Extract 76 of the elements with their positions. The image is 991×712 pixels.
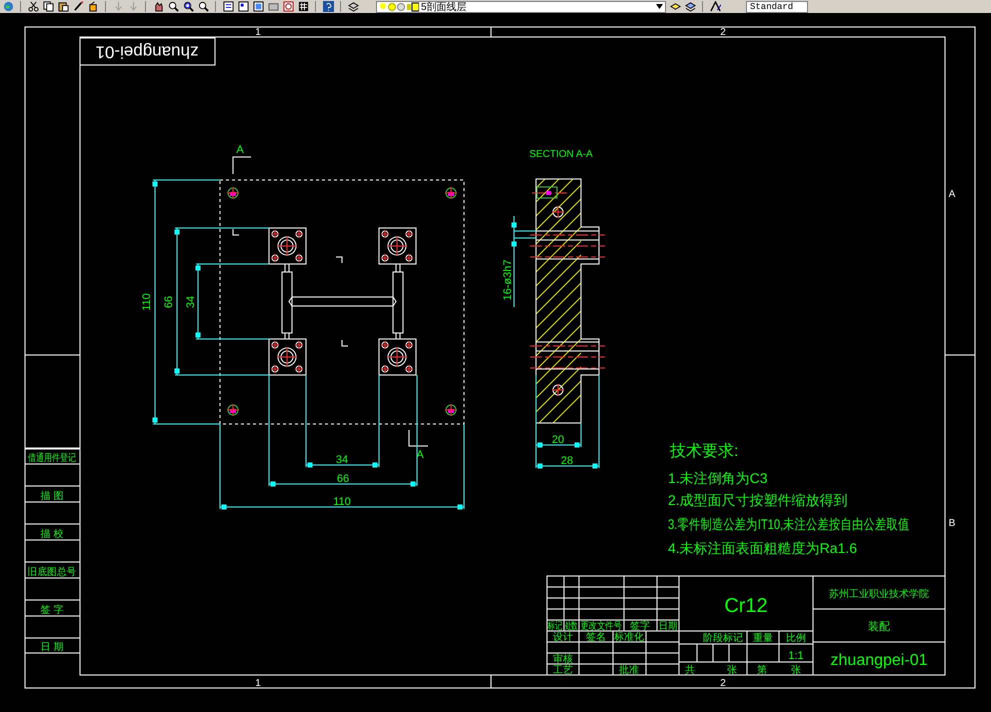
table-header: 比例 xyxy=(786,633,806,644)
zone-label: 1 xyxy=(255,27,261,38)
table-header: 处数 xyxy=(564,620,578,632)
zoom-window-icon[interactable] xyxy=(182,1,194,12)
side-label: 旧底图总号 xyxy=(28,566,76,578)
dimension-label: 110 xyxy=(141,293,153,311)
layer-dropdown[interactable]: 5剖面线层 xyxy=(376,0,666,12)
scissors-icon[interactable] xyxy=(27,1,39,12)
table-header: 签字 xyxy=(630,621,650,632)
dimension-label: 28 xyxy=(560,455,574,467)
table-label: 第 xyxy=(757,665,767,676)
side-label: 签 字 xyxy=(40,605,64,616)
zone-label: 1 xyxy=(255,678,261,689)
layers-icon[interactable] xyxy=(347,1,359,12)
table-header: 更改文件号 xyxy=(580,620,622,632)
table-header: 日期 xyxy=(658,620,678,632)
copy-icon[interactable] xyxy=(42,1,54,12)
requirement-text: 2.成型面尺寸按塑件缩放得到 xyxy=(668,492,848,508)
table-label: 签名 xyxy=(586,632,606,643)
table-label: 标准化 xyxy=(614,632,644,643)
drawing-name: 装配 xyxy=(868,621,890,633)
dimension-label: 16-ø3h7 xyxy=(502,260,514,300)
design-center-icon[interactable] xyxy=(237,1,249,12)
requirement-text: 4.未标注面表面粗糙度为Ra1.6 xyxy=(668,540,858,556)
requirements-heading: 技术要求: xyxy=(670,443,738,460)
paint-bucket-icon[interactable] xyxy=(87,1,99,12)
dimension-label: 34 xyxy=(336,454,348,466)
dropdown-caret-icon xyxy=(656,4,663,9)
table-label: 设计 xyxy=(553,632,573,643)
drawing-number: zhuangpei-01 xyxy=(830,652,928,669)
dimension-label: 20 xyxy=(552,434,564,446)
table-header: 重量 xyxy=(753,633,773,644)
zoom-previous-icon[interactable] xyxy=(197,1,209,12)
layer-previous-icon[interactable] xyxy=(669,1,681,12)
side-label: 描 校 xyxy=(40,529,64,540)
section-marker xyxy=(408,430,428,446)
school-name: 苏州工业职业技术学院 xyxy=(829,589,929,600)
material-label: Cr12 xyxy=(724,595,768,617)
layer-states-icon[interactable] xyxy=(684,1,696,12)
table-label: 共 xyxy=(685,665,695,676)
text-style-icon[interactable] xyxy=(709,1,721,12)
paste-icon[interactable] xyxy=(57,1,69,12)
zone-label: 2 xyxy=(720,27,726,38)
zone-label: B xyxy=(948,518,956,529)
section-marker xyxy=(232,156,252,174)
tool-palette-icon[interactable] xyxy=(252,1,264,12)
zone-label: A xyxy=(948,189,956,200)
properties-icon[interactable] xyxy=(222,1,234,12)
calculator-icon[interactable] xyxy=(297,1,309,12)
markup-icon[interactable] xyxy=(282,1,294,12)
globe-icon[interactable] xyxy=(2,1,14,12)
section-letter: A xyxy=(236,144,244,156)
requirement-text: 1.未注倒角为C3 xyxy=(668,470,768,486)
section-title: SECTION A-A xyxy=(529,149,593,160)
dimension-label: 34 xyxy=(185,296,197,308)
table-label: 审核 xyxy=(553,654,573,665)
side-label: 借通用件登记 xyxy=(28,452,76,464)
help-icon[interactable] xyxy=(322,1,334,12)
dimension-label: 110 xyxy=(333,496,351,508)
table-header: 标记 xyxy=(547,620,563,632)
text-style-dropdown[interactable]: Standard xyxy=(746,0,808,12)
requirement-text: 3.零件制造公差为IT10,未注公差按自由公差取值 xyxy=(668,516,910,532)
table-label: 工艺 xyxy=(553,665,573,676)
table-label: 张 xyxy=(791,665,801,676)
zone-label: 2 xyxy=(720,678,726,689)
zoom-icon[interactable] xyxy=(167,1,179,12)
dimension-label: 66 xyxy=(163,296,175,308)
side-label: 日 期 xyxy=(40,642,64,653)
dimension-label: 66 xyxy=(336,473,350,485)
mirrored-drawing-number: zhuangpei-01 xyxy=(95,42,199,62)
table-header: 阶段标记 xyxy=(703,633,743,644)
brush-icon[interactable] xyxy=(72,1,84,12)
table-label: 批准 xyxy=(619,665,639,676)
side-label: 描 图 xyxy=(40,491,64,502)
scale-value: 1:1 xyxy=(788,650,804,662)
table-label: 张 xyxy=(727,665,737,676)
